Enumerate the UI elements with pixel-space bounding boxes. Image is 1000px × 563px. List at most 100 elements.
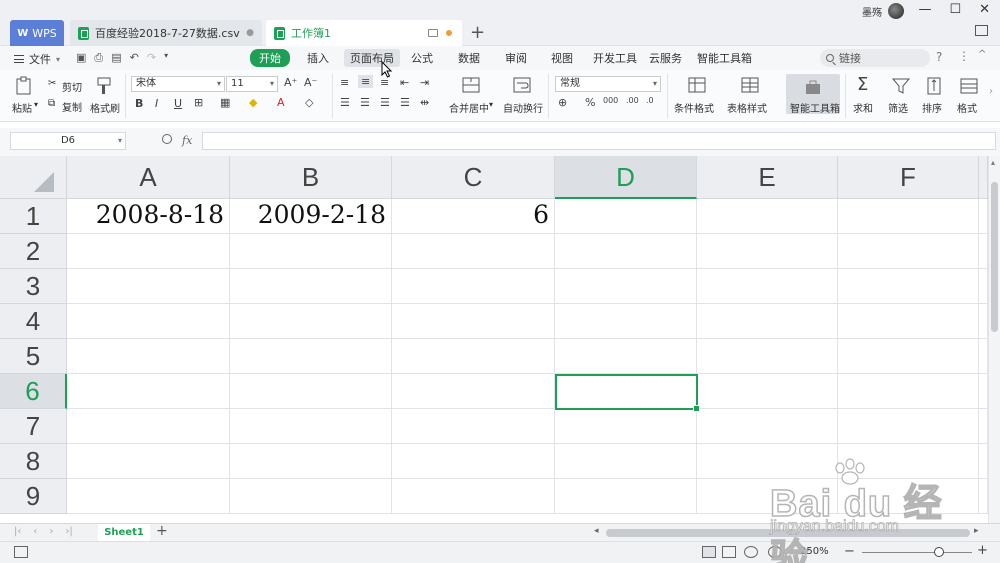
- currency-icon[interactable]: ⊕: [558, 96, 567, 109]
- cut-icon[interactable]: ✂: [48, 78, 56, 89]
- cell-e5[interactable]: [697, 339, 838, 374]
- cell-f4[interactable]: [838, 304, 979, 339]
- cell-c3[interactable]: [392, 269, 555, 304]
- cell-d7[interactable]: [555, 409, 697, 444]
- cell-f2[interactable]: [838, 234, 979, 269]
- user-account[interactable]: 墨殇: [862, 3, 904, 19]
- cell-f5[interactable]: [838, 339, 979, 374]
- tab-csv-document[interactable]: 百度经验2018-7-27数据.csv ●: [70, 20, 262, 46]
- cell-a4[interactable]: [67, 304, 230, 339]
- cell-partial[interactable]: [979, 269, 988, 304]
- format-painter-icon[interactable]: [94, 76, 114, 96]
- italic-icon[interactable]: I: [155, 97, 158, 110]
- cell-partial[interactable]: [979, 409, 988, 444]
- formula-input[interactable]: [202, 132, 996, 150]
- normal-view-icon[interactable]: [702, 546, 716, 558]
- zoom-slider[interactable]: [862, 552, 972, 553]
- ribbon-scroll-right-icon[interactable]: ›: [989, 86, 993, 97]
- horizontal-scroll-thumb[interactable]: [606, 529, 970, 537]
- cell-d9[interactable]: [555, 479, 697, 514]
- cell-b3[interactable]: [230, 269, 392, 304]
- tab-review[interactable]: 审阅: [505, 50, 527, 66]
- paste-button[interactable]: 粘贴: [12, 100, 32, 115]
- underline-icon[interactable]: U: [174, 97, 182, 110]
- collapse-ribbon-icon[interactable]: ^: [978, 49, 986, 60]
- cell-e6[interactable]: [697, 374, 838, 409]
- help-icon[interactable]: ?: [936, 50, 942, 64]
- cell-a9[interactable]: [67, 479, 230, 514]
- increase-decimal-icon[interactable]: .00: [626, 96, 639, 105]
- tab-formulas[interactable]: 公式: [411, 50, 433, 66]
- more-icon[interactable]: ⋮: [958, 49, 970, 63]
- cell-b2[interactable]: [230, 234, 392, 269]
- format-icon[interactable]: [959, 76, 979, 96]
- cell-e8[interactable]: [697, 444, 838, 479]
- cell-b4[interactable]: [230, 304, 392, 339]
- tab-wps-home[interactable]: W WPS: [10, 20, 64, 46]
- cell-c2[interactable]: [392, 234, 555, 269]
- cell-e9[interactable]: [697, 479, 838, 514]
- row-header-2[interactable]: 2: [0, 234, 67, 269]
- merge-center-button[interactable]: 合并居中: [449, 100, 489, 115]
- cell-f3[interactable]: [838, 269, 979, 304]
- redo-icon[interactable]: ↷: [147, 51, 156, 65]
- row-header-4[interactable]: 4: [0, 304, 67, 339]
- column-header-d[interactable]: D: [555, 156, 697, 199]
- prev-sheet-icon[interactable]: ‹: [33, 526, 37, 537]
- cell-d4[interactable]: [555, 304, 697, 339]
- macro-icon[interactable]: [14, 546, 28, 558]
- cell-d2[interactable]: [555, 234, 697, 269]
- cell-b1[interactable]: 2009-2-18: [230, 199, 392, 234]
- column-header-a[interactable]: A: [67, 156, 230, 199]
- cell-partial[interactable]: [979, 339, 988, 374]
- row-header-6[interactable]: 6: [0, 374, 67, 409]
- name-box[interactable]: D6: [10, 132, 126, 150]
- close-icon[interactable]: ✕: [979, 2, 990, 17]
- number-format-select[interactable]: 常规: [555, 76, 661, 92]
- cell-a5[interactable]: [67, 339, 230, 374]
- thousands-icon[interactable]: 000: [603, 96, 618, 105]
- row-header-1[interactable]: 1: [0, 199, 67, 234]
- tab-cloud-service[interactable]: 云服务: [649, 50, 682, 66]
- clear-format-icon[interactable]: ◇: [305, 96, 313, 109]
- preview-icon[interactable]: ▤: [111, 51, 121, 65]
- cell-e7[interactable]: [697, 409, 838, 444]
- customize-icon[interactable]: ▾: [164, 51, 168, 65]
- row-header-8[interactable]: 8: [0, 444, 67, 479]
- align-left-icon[interactable]: ☰: [340, 96, 350, 109]
- cell-partial[interactable]: [979, 304, 988, 339]
- search-box[interactable]: 链接: [820, 49, 930, 67]
- scroll-up-icon[interactable]: ▴: [991, 158, 995, 167]
- cell-c4[interactable]: [392, 304, 555, 339]
- cell-b9[interactable]: [230, 479, 392, 514]
- cell-e2[interactable]: [697, 234, 838, 269]
- zoom-slider-handle[interactable]: [934, 547, 944, 557]
- vertical-scrollbar[interactable]: ▴: [988, 156, 1000, 523]
- cell-e4[interactable]: [697, 304, 838, 339]
- cell-a6[interactable]: [67, 374, 230, 409]
- scroll-left-icon[interactable]: ◂: [594, 526, 599, 536]
- cell-a2[interactable]: [67, 234, 230, 269]
- cell-b6[interactable]: [230, 374, 392, 409]
- zoom-out-icon[interactable]: −: [844, 544, 855, 559]
- next-sheet-icon[interactable]: ›: [49, 526, 53, 537]
- column-header-c[interactable]: C: [392, 156, 555, 199]
- cell-f9[interactable]: [838, 479, 979, 514]
- decrease-decimal-icon[interactable]: .0: [646, 96, 654, 105]
- justify-icon[interactable]: ☰: [400, 96, 410, 109]
- sheet-tab-sheet1[interactable]: Sheet1: [98, 524, 150, 541]
- layout-toggle-icon[interactable]: [975, 25, 988, 36]
- cut-button[interactable]: 剪切: [62, 79, 82, 94]
- cell-c5[interactable]: [392, 339, 555, 374]
- tab-insert[interactable]: 插入: [307, 50, 329, 66]
- cell-f7[interactable]: [838, 409, 979, 444]
- eye-protection-icon[interactable]: [768, 546, 782, 558]
- conditional-format-icon[interactable]: [687, 75, 707, 95]
- undo-icon[interactable]: ↶: [130, 51, 139, 65]
- row-header-9[interactable]: 9: [0, 479, 67, 514]
- increase-font-icon[interactable]: A⁺: [284, 76, 297, 89]
- cell-d3[interactable]: [555, 269, 697, 304]
- cell-b5[interactable]: [230, 339, 392, 374]
- row-header-7[interactable]: 7: [0, 409, 67, 444]
- cell-partial[interactable]: [979, 374, 988, 409]
